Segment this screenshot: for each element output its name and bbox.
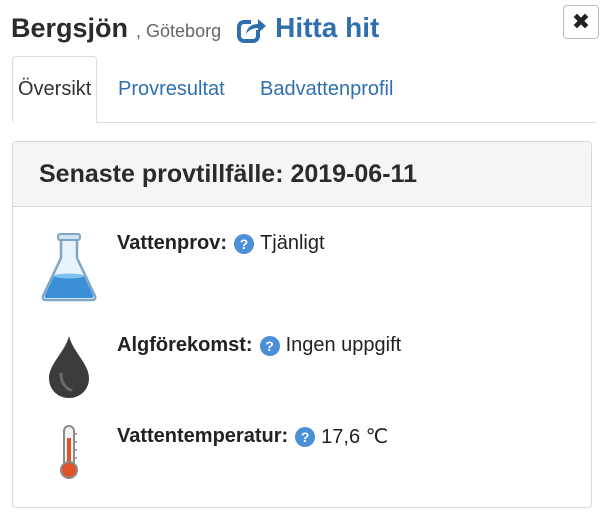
tab-oversikt[interactable]: Översikt bbox=[12, 56, 98, 123]
water-temperature-value: 17,6 ℃ bbox=[321, 426, 389, 448]
tab-provresultat[interactable]: Provresultat bbox=[118, 56, 225, 122]
flask-icon bbox=[41, 233, 97, 302]
tab-label: Översikt bbox=[18, 78, 92, 100]
external-link-icon bbox=[237, 16, 268, 43]
algae-value: Ingen uppgift bbox=[285, 334, 402, 356]
tab-badvattenprofil[interactable]: Badvattenprofil bbox=[260, 56, 393, 122]
tab-bar: Översikt Provresultat Badvattenprofil bbox=[12, 56, 596, 123]
close-button[interactable]: ✖ bbox=[563, 5, 599, 39]
directions-label: Hitta hit bbox=[275, 12, 380, 43]
oil-drop-icon bbox=[49, 336, 89, 398]
close-icon: ✖ bbox=[571, 9, 591, 34]
help-icon[interactable]: ? bbox=[259, 335, 280, 356]
result-row-water-temperature: Vattentemperatur: ? 17,6 ℃ bbox=[37, 424, 388, 480]
result-row-algae: Algförekomst: ? Ingen uppgift bbox=[37, 334, 401, 400]
directions-link[interactable]: Hitta hit bbox=[237, 12, 379, 44]
algae-label: Algförekomst: bbox=[117, 334, 253, 356]
water-sample-value: Tjänligt bbox=[260, 232, 325, 254]
header: Bergsjön , Göteborg Hitta hit bbox=[11, 12, 379, 54]
tab-label: Provresultat bbox=[118, 77, 225, 100]
water-temperature-label: Vattentemperatur: bbox=[117, 425, 289, 447]
water-sample-label: Vattenprov: bbox=[117, 232, 228, 254]
place-municipality: , Göteborg bbox=[136, 21, 222, 41]
latest-sample-panel: Senaste provtillfälle: 2019-06-11 Vatten… bbox=[12, 141, 592, 508]
thermometer-icon bbox=[60, 425, 78, 479]
place-title: Bergsjön bbox=[11, 13, 129, 43]
panel-heading: Senaste provtillfälle: 2019-06-11 bbox=[13, 142, 591, 207]
result-row-water-sample: Vattenprov: ? Tjänligt bbox=[37, 232, 325, 304]
help-icon[interactable]: ? bbox=[234, 233, 255, 254]
tab-label: Badvattenprofil bbox=[260, 77, 394, 100]
help-icon[interactable]: ? bbox=[295, 426, 316, 447]
